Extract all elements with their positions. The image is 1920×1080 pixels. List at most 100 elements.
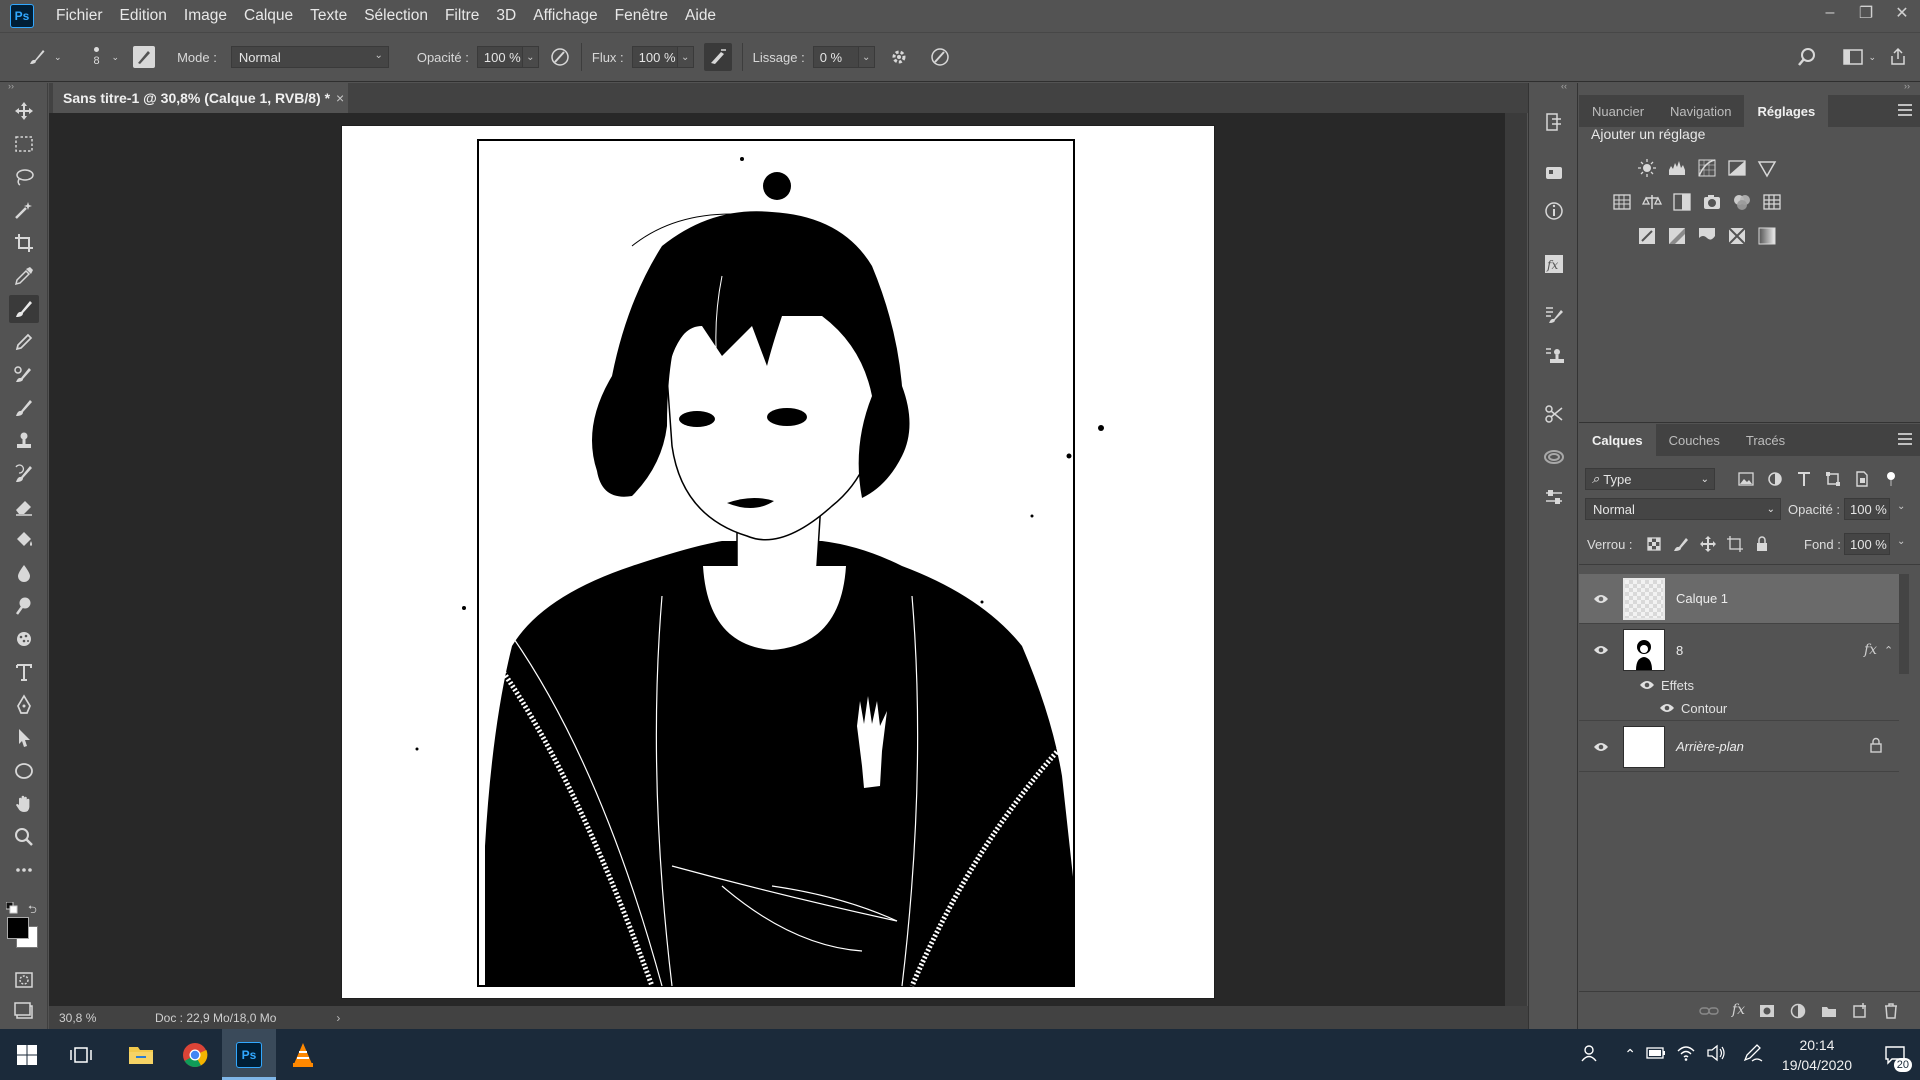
photo-filter-icon[interactable] [1701,191,1723,213]
fill-chevron-icon[interactable]: ⌄ [1897,536,1905,547]
black-white-icon[interactable] [1671,191,1693,213]
path-selection-tool-icon[interactable] [9,724,39,752]
pen-tool-icon[interactable] [9,691,39,719]
zoom-tool-icon[interactable] [9,823,39,851]
tab-couches[interactable]: Couches [1656,424,1733,456]
threshold-icon[interactable] [1696,225,1718,247]
filter-pixel-icon[interactable] [1737,470,1755,491]
sponge-tool-icon[interactable] [9,625,39,653]
visibility-eye-icon[interactable] [1589,593,1613,605]
vlc-icon[interactable] [276,1029,330,1080]
libraries-panel-icon[interactable] [1541,160,1567,186]
airbrush-icon[interactable] [703,43,732,71]
layer-name[interactable]: Calque 1 [1676,591,1728,606]
volume-icon[interactable] [1706,1044,1726,1065]
panel-menu-icon[interactable] [1898,104,1912,116]
add-mask-icon[interactable] [1758,1002,1776,1023]
collapse-panels-icon[interactable]: ›› [1904,81,1910,91]
properties-panel-icon[interactable] [1541,484,1567,510]
tab-reglages[interactable]: Réglages [1744,95,1829,127]
swap-colors-icon[interactable]: ⮌ [28,901,37,920]
visibility-eye-icon[interactable] [1589,741,1613,753]
collapse-strip-icon[interactable]: ‹‹ [1561,81,1567,91]
wifi-icon[interactable] [1676,1044,1696,1065]
fill-input[interactable]: 100 % [1844,533,1890,555]
add-layer-style-icon[interactable]: fx [1732,1002,1745,1023]
new-adjustment-layer-icon[interactable] [1789,1002,1807,1023]
layers-scrollbar[interactable] [1899,574,1909,674]
menu-filtre[interactable]: Filtre [445,7,479,25]
layer-opacity-input[interactable]: 100 % [1844,498,1890,520]
tab-nuancier[interactable]: Nuancier [1579,95,1657,127]
menu-calque[interactable]: Calque [244,7,293,25]
brush-settings-panel-icon[interactable] [1541,302,1567,328]
lock-pixels-icon[interactable] [1672,535,1690,556]
delete-layer-icon[interactable] [1882,1002,1900,1023]
vibrance-icon[interactable] [1756,157,1778,179]
clock[interactable]: 20:14 19/04/2020 [1782,1035,1852,1075]
menu-edition[interactable]: Edition [120,7,167,25]
brush-settings-toggle-icon[interactable] [133,46,156,68]
screen-mode-icon[interactable] [9,997,39,1025]
workspace-chevron-icon[interactable]: ⌄ [1868,52,1876,63]
menu-texte[interactable]: Texte [310,7,347,25]
layer-name[interactable]: 8 [1676,643,1683,658]
action-center-icon[interactable]: 20 [1870,1029,1920,1080]
mixer-brush-tool-icon[interactable] [9,394,39,422]
contour-effect-row[interactable]: Contour [1659,697,1727,719]
menu-fenetre[interactable]: Fenêtre [615,7,668,25]
exposure-icon[interactable] [1726,157,1748,179]
marquee-tool-icon[interactable] [9,130,39,158]
color-balance-icon[interactable] [1641,191,1663,213]
new-group-icon[interactable] [1820,1002,1838,1023]
opacity-input[interactable]: 100 % [476,46,523,68]
hand-tool-icon[interactable] [9,790,39,818]
clone-source-panel-icon[interactable] [1541,343,1567,369]
clone-stamp-tool-icon[interactable] [9,427,39,455]
brush-preset-icon[interactable] [26,46,48,68]
menu-affichage[interactable]: Affichage [533,7,597,25]
crop-tool-icon[interactable] [9,229,39,257]
default-colors-icon[interactable] [5,901,18,917]
blur-tool-icon[interactable] [9,559,39,587]
battery-icon[interactable] [1646,1046,1666,1063]
paint-bucket-tool-icon[interactable] [9,526,39,554]
layer-lock-icon[interactable] [1869,737,1883,756]
foreground-color-swatch[interactable] [7,917,29,939]
zoom-level[interactable]: 30,8 % [59,1011,139,1025]
collapse-toolbar-icon[interactable]: ›› [8,81,14,91]
dodge-tool-icon[interactable] [9,592,39,620]
close-window-button[interactable]: ✕ [1884,0,1920,26]
restore-button[interactable]: ❐ [1848,0,1884,26]
pen-ink-icon[interactable] [1742,1043,1764,1066]
magic-wand-tool-icon[interactable] [9,196,39,224]
close-document-icon[interactable]: × [336,90,344,106]
collapse-effects-icon[interactable]: ⌃ [1884,644,1893,657]
pressure-size-icon[interactable] [929,46,951,68]
menu-image[interactable]: Image [184,7,227,25]
eyedropper-tool-icon[interactable] [9,262,39,290]
layer-thumbnail[interactable] [1623,629,1665,671]
layers-panel-menu-icon[interactable] [1898,433,1912,445]
effects-row[interactable]: Effets [1639,674,1694,696]
filter-toggle-icon[interactable] [1882,470,1900,491]
pencil-tool-icon[interactable] [9,328,39,356]
healing-brush-tool-icon[interactable] [9,361,39,389]
brush-size-picker[interactable]: 8 [84,40,110,74]
minimize-button[interactable]: – [1812,0,1848,26]
layer-row-calque-1[interactable]: Calque 1 [1579,574,1899,624]
tool-presets-panel-icon[interactable] [1541,401,1567,427]
lock-position-icon[interactable] [1699,535,1717,556]
tab-calques[interactable]: Calques [1579,424,1656,456]
info-panel-icon[interactable] [1541,198,1567,224]
history-brush-tool-icon[interactable] [9,460,39,488]
brush-tool-icon[interactable] [9,295,39,323]
document-tab[interactable]: Sans titre-1 @ 30,8% (Calque 1, RVB/8) *… [53,83,348,113]
photoshop-taskbar-icon[interactable]: Ps [222,1029,276,1080]
contour-eye-icon[interactable] [1659,702,1675,714]
invert-icon[interactable] [1636,225,1658,247]
menu-selection[interactable]: Sélection [364,7,428,25]
layer-row-8[interactable]: 8 fx ⌃ [1579,625,1899,675]
flow-input[interactable]: 100 % [631,46,678,68]
layer-row-arriere-plan[interactable]: Arrière-plan [1579,722,1899,772]
